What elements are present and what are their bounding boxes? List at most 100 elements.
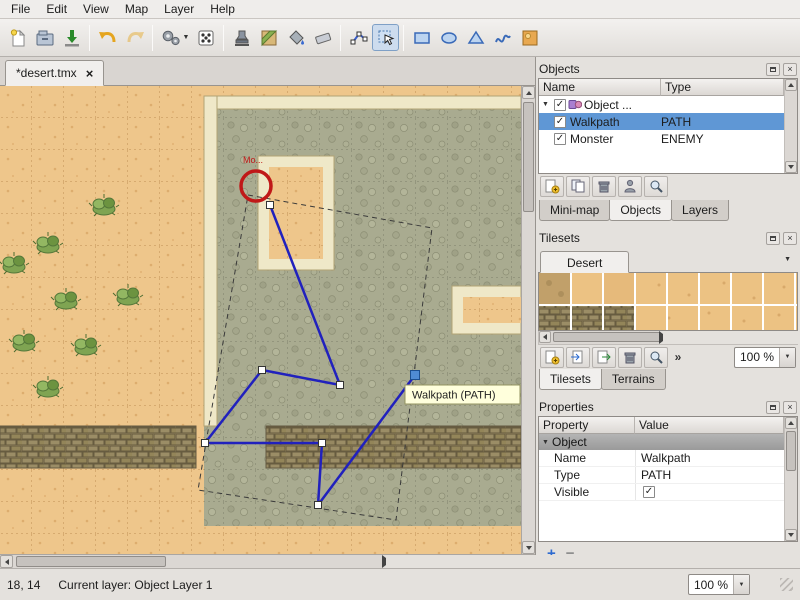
duplicate-object-button[interactable] <box>566 176 590 197</box>
monster-visible-checkbox[interactable]: ✓ <box>554 133 566 145</box>
layer-visible-checkbox[interactable]: ✓ <box>554 99 566 111</box>
tab-close-icon[interactable]: × <box>86 67 94 80</box>
property-row-visible[interactable]: Visible ✓ <box>539 484 784 501</box>
selected-vertex-handle[interactable] <box>411 371 420 380</box>
vertical-scroll-thumb[interactable] <box>523 102 534 212</box>
vertex-handle[interactable] <box>315 502 322 509</box>
scroll-up-button[interactable] <box>785 79 797 91</box>
insert-tile-tool[interactable] <box>516 24 543 51</box>
insert-polyline-tool[interactable] <box>489 24 516 51</box>
tileset-dropdown-icon[interactable]: ▼ <box>784 256 791 263</box>
map-vertical-scrollbar[interactable] <box>521 86 535 554</box>
remove-tileset-button[interactable] <box>618 347 642 368</box>
walkpath-visible-checkbox[interactable]: ✓ <box>554 116 566 128</box>
tab-desert-tmx[interactable]: *desert.tmx × <box>5 60 104 86</box>
toolbar-overflow-button[interactable]: » <box>670 347 686 368</box>
tab-terrains[interactable]: Terrains <box>601 369 666 390</box>
resize-grip[interactable] <box>780 578 793 591</box>
tileset-properties-button[interactable] <box>644 347 668 368</box>
undo-button[interactable] <box>94 24 121 51</box>
select-objects-tool[interactable] <box>372 24 399 51</box>
menu-help[interactable]: Help <box>202 0 243 18</box>
object-layer-row[interactable]: ▼ ✓ Object ... <box>539 96 784 113</box>
walkpath-row[interactable]: ✓ Walkpath PATH <box>539 113 784 130</box>
export-tileset-button[interactable] <box>592 347 616 368</box>
insert-polygon-tool[interactable] <box>462 24 489 51</box>
property-group-object[interactable]: ▼ Object <box>539 434 784 450</box>
menu-view[interactable]: View <box>75 0 117 18</box>
tab-tilesets[interactable]: Tilesets <box>539 369 602 390</box>
insert-rectangle-tool[interactable] <box>408 24 435 51</box>
property-row-type[interactable]: Type PATH <box>539 467 784 484</box>
float-dock-button[interactable] <box>766 63 780 76</box>
property-value-name[interactable]: Walkpath <box>635 450 784 466</box>
terrain-brush-tool[interactable] <box>255 24 282 51</box>
menu-edit[interactable]: Edit <box>38 0 75 18</box>
close-dock-button[interactable]: × <box>783 232 797 245</box>
menu-map[interactable]: Map <box>117 0 156 18</box>
redo-button[interactable] <box>121 24 148 51</box>
insert-ellipse-tool[interactable] <box>435 24 462 51</box>
vertex-handle[interactable] <box>267 202 274 209</box>
menu-file[interactable]: File <box>3 0 38 18</box>
dropdown-icon[interactable]: ▼ <box>733 575 749 594</box>
import-tileset-button[interactable] <box>566 347 590 368</box>
tileset-tab-desert[interactable]: Desert <box>540 251 629 273</box>
new-tileset-button[interactable] <box>540 347 564 368</box>
map-zoom-combo[interactable]: 100 % ▼ <box>688 574 750 595</box>
inspect-object-button[interactable] <box>644 176 668 197</box>
properties-scrollbar[interactable] <box>784 417 797 541</box>
dropdown-icon[interactable]: ▼ <box>779 348 795 367</box>
tab-layers[interactable]: Layers <box>671 200 729 221</box>
save-button[interactable] <box>58 24 85 51</box>
property-value-type[interactable]: PATH <box>635 467 784 483</box>
bucket-fill-tool[interactable] <box>282 24 309 51</box>
column-header-name[interactable]: Name <box>539 79 661 96</box>
raise-object-button[interactable] <box>618 176 642 197</box>
scroll-down-button[interactable] <box>522 541 535 554</box>
visible-checkbox[interactable]: ✓ <box>643 486 655 498</box>
float-dock-button[interactable] <box>766 232 780 245</box>
scroll-right-button[interactable] <box>785 331 797 343</box>
property-value-visible[interactable]: ✓ <box>635 484 784 500</box>
column-header-type[interactable]: Type <box>661 79 784 96</box>
menu-layer[interactable]: Layer <box>156 0 202 18</box>
close-dock-button[interactable]: × <box>783 401 797 414</box>
automap-dropdown-icon[interactable]: ▼ <box>180 24 192 51</box>
eraser-tool[interactable] <box>309 24 336 51</box>
float-dock-button[interactable] <box>766 401 780 414</box>
expander-icon[interactable]: ▼ <box>539 439 552 446</box>
scroll-up-button[interactable] <box>522 86 535 99</box>
random-mode-button[interactable] <box>192 24 219 51</box>
map-horizontal-scrollbar[interactable] <box>0 554 521 568</box>
column-header-value[interactable]: Value <box>635 417 784 434</box>
column-header-property[interactable]: Property <box>539 417 635 434</box>
scroll-left-button[interactable] <box>539 331 551 343</box>
map-canvas[interactable]: Mo... Walkpath (PATH) <box>0 86 521 554</box>
vertex-handle[interactable] <box>319 440 326 447</box>
vertex-handle[interactable] <box>337 382 344 389</box>
scroll-down-button[interactable] <box>785 529 797 541</box>
tileset-zoom-combo[interactable]: 100 % ▼ <box>734 347 796 368</box>
open-button[interactable] <box>31 24 58 51</box>
monster-row[interactable]: ✓ Monster ENEMY <box>539 130 784 147</box>
scroll-left-button[interactable] <box>0 555 13 568</box>
tileset-view[interactable] <box>539 273 797 330</box>
new-map-button[interactable] <box>4 24 31 51</box>
horizontal-scroll-thumb[interactable] <box>16 556 166 567</box>
stamp-brush-tool[interactable] <box>228 24 255 51</box>
objects-scrollbar[interactable] <box>784 79 797 173</box>
edit-polygons-tool[interactable] <box>345 24 372 51</box>
scroll-up-button[interactable] <box>785 417 797 429</box>
vertex-handle[interactable] <box>202 440 209 447</box>
expander-icon[interactable]: ▼ <box>539 101 552 108</box>
tab-objects[interactable]: Objects <box>609 200 672 221</box>
scroll-right-button[interactable] <box>508 555 521 568</box>
property-row-name[interactable]: Name Walkpath <box>539 450 784 467</box>
add-object-button[interactable] <box>540 176 564 197</box>
tab-mini-map[interactable]: Mini-map <box>539 200 610 221</box>
properties-scroll-thumb[interactable] <box>786 431 796 471</box>
close-dock-button[interactable]: × <box>783 63 797 76</box>
remove-object-button[interactable] <box>592 176 616 197</box>
scroll-down-button[interactable] <box>785 161 797 173</box>
